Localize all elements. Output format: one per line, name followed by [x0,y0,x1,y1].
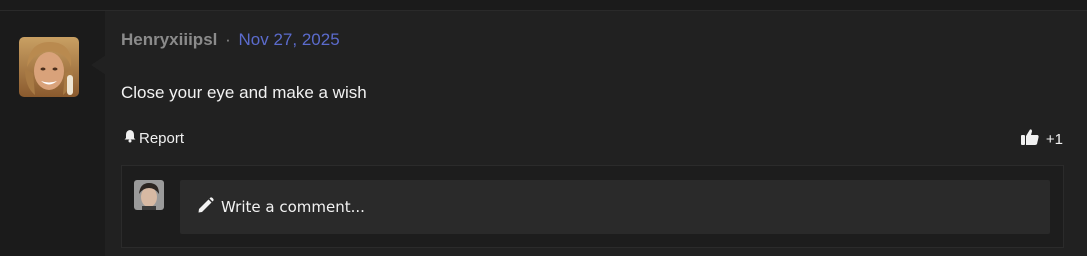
comment-meta: Henryxiiipsl · Nov 27, 2025 [121,30,340,50]
pencil-icon [197,196,214,218]
comment-page: Henryxiiipsl · Nov 27, 2025 Close your e… [0,0,1087,256]
meta-separator: · [225,30,231,49]
avatar-column [0,11,105,256]
comment-card: Henryxiiipsl · Nov 27, 2025 Close your e… [105,11,1087,256]
speech-pointer [91,55,106,75]
comment-date[interactable]: Nov 27, 2025 [239,30,340,49]
author-name[interactable]: Henryxiiipsl [121,30,217,49]
bell-icon [123,129,137,147]
author-avatar[interactable] [19,37,79,97]
like-count: +1 [1045,130,1063,148]
current-user-avatar[interactable] [134,180,164,210]
comment-composer: Write a comment... [121,165,1064,248]
comment-input[interactable]: Write a comment... [180,180,1050,234]
comment-text: Close your eye and make a wish [121,83,367,102]
report-button[interactable]: Report [123,129,184,147]
comment-placeholder: Write a comment... [221,198,365,216]
thumbs-up-icon [1020,128,1040,150]
report-label: Report [139,129,185,147]
like-button[interactable]: +1 [1020,128,1063,150]
